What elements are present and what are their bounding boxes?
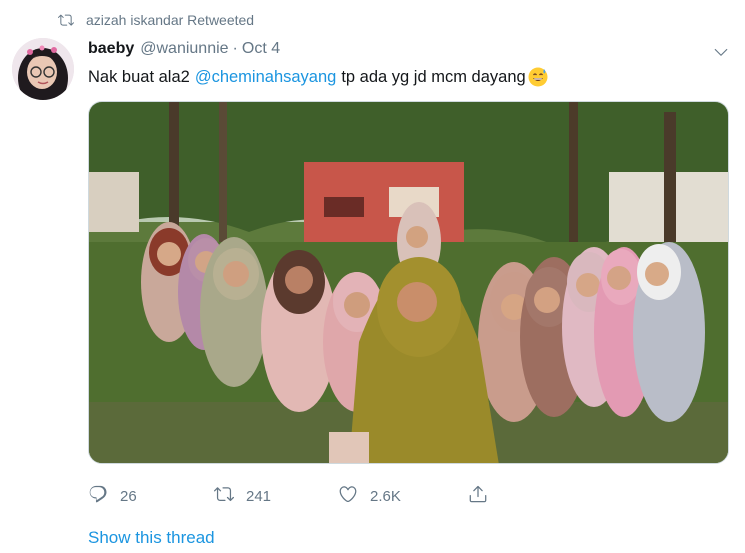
retweet-count: 241: [246, 487, 272, 505]
chevron-down-icon[interactable]: [711, 42, 731, 62]
heart-icon: [338, 484, 358, 508]
tweet-header: baeby @waniunnie · Oct 4: [88, 40, 280, 58]
mention-link[interactable]: @cheminahsayang: [195, 66, 337, 88]
tweet-photo[interactable]: [88, 101, 729, 464]
separator-dot: ·: [232, 40, 238, 57]
reply-icon: [88, 484, 108, 508]
retweet-button[interactable]: 241: [213, 484, 338, 508]
grinning-face-with-sweat-icon: [528, 67, 548, 87]
like-count: 2.6K: [370, 487, 401, 505]
share-icon: [468, 484, 488, 508]
retweet-icon: [213, 484, 234, 508]
avatar[interactable]: [12, 38, 74, 100]
tweet-text-after: tp ada yg jd mcm dayang: [341, 68, 526, 86]
like-button[interactable]: 2.6K: [338, 484, 468, 508]
user-handle[interactable]: @waniunnie: [140, 40, 228, 58]
tweet-actions: 26 241 2.6K: [88, 484, 488, 508]
reply-button[interactable]: 26: [88, 484, 214, 508]
tweet-date[interactable]: Oct 4: [242, 40, 280, 58]
retweet-context[interactable]: azizah iskandar Retweeted: [58, 10, 254, 30]
tweet-text-before: Nak buat ala2: [88, 68, 190, 86]
tweet-text: Nak buat ala2 @cheminahsayang tp ada yg …: [88, 66, 548, 88]
show-thread-link[interactable]: Show this thread: [88, 528, 215, 548]
retweet-icon: [58, 12, 74, 28]
retweet-label: azizah iskandar Retweeted: [86, 12, 255, 28]
reply-count: 26: [120, 487, 137, 505]
display-name[interactable]: baeby: [88, 40, 134, 58]
share-button[interactable]: [468, 484, 488, 508]
